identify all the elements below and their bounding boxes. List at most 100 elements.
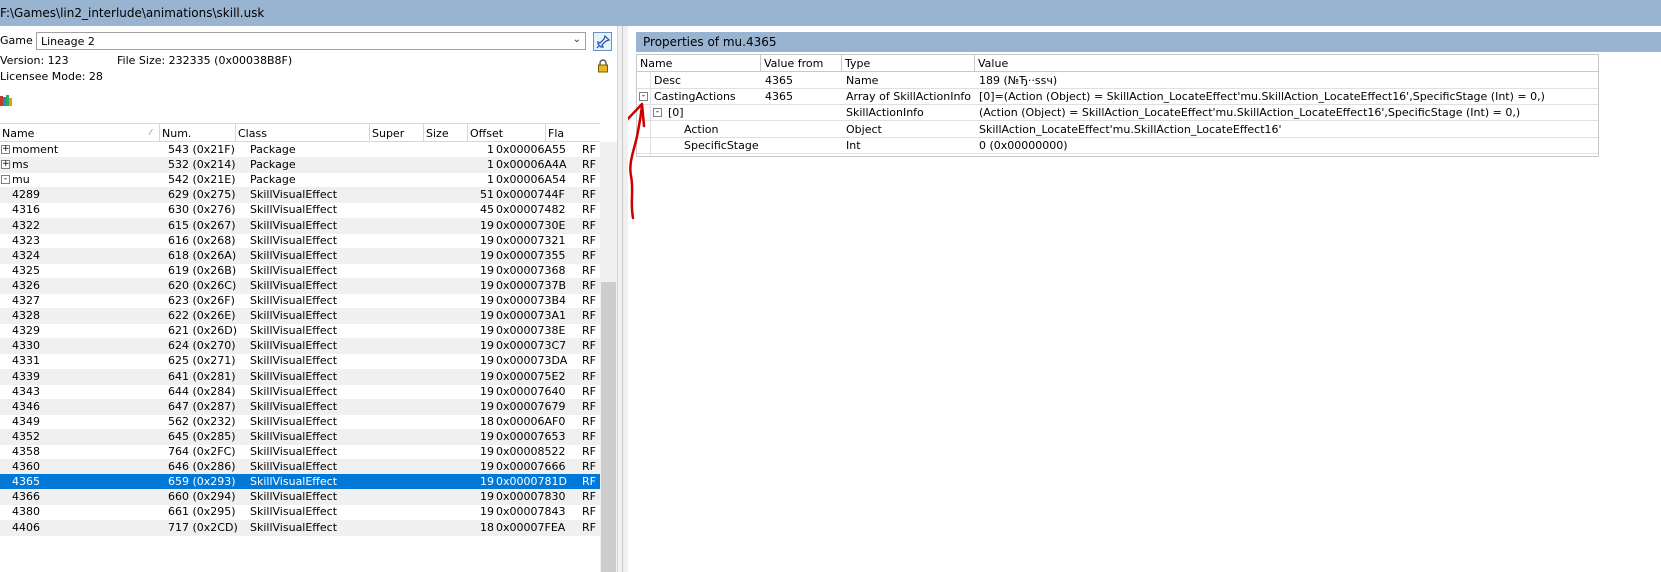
collapse-icon[interactable]: - <box>1 175 10 185</box>
table-row[interactable]: 4325 619 (0x26B) SkillVisualEffect 19 0x0000… <box>0 263 600 279</box>
game-label: Game <box>0 34 33 47</box>
cell-flag: RF <box>582 445 596 458</box>
cell-class: SkillVisualEffect <box>250 294 338 307</box>
cell-flag: RF <box>582 278 596 292</box>
cell-num: 717 (0x2CD) <box>168 520 238 534</box>
cell-size: 19 <box>480 263 494 277</box>
prop-column-value[interactable]: Value <box>975 55 1598 71</box>
table-row[interactable]: + ms 532 (0x214) Package 1 0x00006A4A RF <box>0 157 600 174</box>
table-row[interactable]: + moment 543 (0x21F) Package 1 0x00006A55 RF <box>0 142 600 158</box>
cell-flag: RF <box>582 218 596 232</box>
cell-num: 532 (0x214) <box>168 158 236 172</box>
table-row[interactable]: 4322 615 (0x267) SkillVisualEffect 19 0x0000… <box>0 217 600 234</box>
property-from: 4365 <box>765 90 793 104</box>
table-row[interactable]: 4365 659 (0x293) SkillVisualEffect 19 0x0000… <box>0 474 600 491</box>
cell-offset: 0x0000730E <box>496 218 566 232</box>
property-row[interactable]: - CastingActions 4365 Array of SkillActionI… <box>637 88 1598 106</box>
table-row[interactable]: 4327 623 (0x26F) SkillVisualEffect 19 0x0000… <box>0 293 600 309</box>
cell-num: 621 (0x26D) <box>168 324 238 338</box>
cell-name: 4330 <box>12 339 40 353</box>
column-header-flags[interactable]: Fla <box>546 124 600 142</box>
prop-column-value-from[interactable]: Value from <box>761 55 842 71</box>
chevron-down-icon: ⌄ <box>572 34 581 45</box>
cell-size: 19 <box>480 505 494 519</box>
column-header-size[interactable]: Size <box>424 124 468 142</box>
cell-name: 4325 <box>12 263 40 277</box>
cell-class: SkillVisualEffect <box>250 339 338 353</box>
cell-offset: 0x00006A4A <box>496 158 567 172</box>
column-header-offset[interactable]: Offset <box>468 124 546 142</box>
properties-table: Name Value from Type Value Desc 4365 Name 1… <box>636 54 1599 157</box>
object-list-header: Name ⁄ Num. Class Super Size Offset Fla <box>0 123 600 142</box>
cell-size: 19 <box>480 309 494 323</box>
table-row[interactable]: 4406 717 (0x2CD) SkillVisualEffect 18 0x0000… <box>0 519 600 536</box>
scrollbar-thumb[interactable] <box>601 282 616 572</box>
version-text: Version: 123 <box>0 54 69 67</box>
cell-flag: RF <box>582 429 596 443</box>
game-select-value: Lineage 2 <box>41 35 95 48</box>
table-row[interactable]: 4380 661 (0x295) SkillVisualEffect 19 0x0000… <box>0 504 600 520</box>
cell-name: 4365 <box>12 475 40 489</box>
cell-offset: 0x00007653 <box>496 429 566 443</box>
cell-num: 618 (0x26A) <box>168 248 237 262</box>
table-row[interactable]: 4358 764 (0x2FC) SkillVisualEffect 19 0x0000… <box>0 444 600 460</box>
column-header-class[interactable]: Class <box>236 124 370 142</box>
table-row[interactable]: 4316 630 (0x276) SkillVisualEffect 45 0x0000… <box>0 202 600 218</box>
cell-num: 625 (0x271) <box>168 354 236 368</box>
table-row[interactable]: 4330 624 (0x270) SkillVisualEffect 19 0x0000… <box>0 338 600 355</box>
prop-column-type[interactable]: Type <box>842 55 975 71</box>
lock-icon <box>598 59 608 73</box>
table-row[interactable]: 4343 644 (0x284) SkillVisualEffect 19 0x0000… <box>0 384 600 400</box>
property-row[interactable]: Action Object SkillAction_LocateEffect'mu.… <box>637 121 1598 138</box>
property-row[interactable]: - [0] SkillActionInfo (Action (Object) = Sk… <box>637 104 1598 122</box>
table-row[interactable]: 4323 616 (0x268) SkillVisualEffect 19 0x0000… <box>0 233 600 249</box>
cell-num: 647 (0x287) <box>168 399 236 413</box>
cell-name: 4349 <box>12 414 40 428</box>
property-value: [0]=(Action (Object) = SkillAction_Locat… <box>979 90 1545 104</box>
cell-name: 4343 <box>12 384 40 398</box>
table-row[interactable]: 4289 629 (0x275) SkillVisualEffect 51 0x0000… <box>0 187 600 204</box>
column-header-num[interactable]: Num. <box>160 124 236 142</box>
table-row[interactable]: 4360 646 (0x286) SkillVisualEffect 19 0x0000… <box>0 459 600 476</box>
object-list-scrollbar[interactable] <box>600 142 617 572</box>
cell-name: 4327 <box>12 294 40 307</box>
pin-icon <box>596 35 610 49</box>
pin-button[interactable] <box>593 32 612 51</box>
cell-flag: RF <box>582 173 596 187</box>
cell-offset: 0x00007FEA <box>496 520 566 534</box>
property-type: Name <box>846 74 879 87</box>
cell-size: 19 <box>480 324 494 338</box>
column-header-name[interactable]: Name ⁄ <box>0 124 160 142</box>
expand-icon[interactable]: + <box>1 145 10 154</box>
books-icon[interactable] <box>0 95 12 107</box>
table-row[interactable]: - mu 542 (0x21E) Package 1 0x00006A54 RF <box>0 172 600 188</box>
cell-flag: RF <box>582 339 596 353</box>
table-row[interactable]: 4346 647 (0x287) SkillVisualEffect 19 0x0000… <box>0 398 600 415</box>
cell-name: 4331 <box>12 354 40 368</box>
cell-size: 19 <box>480 339 494 353</box>
cell-name: 4322 <box>12 218 40 232</box>
property-row[interactable]: Desc 4365 Name 189 (№Ђ··ssч) <box>637 72 1598 89</box>
cell-num: 630 (0x276) <box>168 203 236 217</box>
table-row[interactable]: 4349 562 (0x232) SkillVisualEffect 18 0x0000… <box>0 414 600 430</box>
table-row[interactable]: 4326 620 (0x26C) SkillVisualEffect 19 0x0000… <box>0 277 600 294</box>
table-row[interactable]: 4366 660 (0x294) SkillVisualEffect 19 0x0000… <box>0 489 600 506</box>
column-header-super[interactable]: Super <box>370 124 424 142</box>
table-row[interactable]: 4331 625 (0x271) SkillVisualEffect 19 0x0000… <box>0 353 600 369</box>
table-row[interactable]: 4324 618 (0x26A) SkillVisualEffect 19 0x0000… <box>0 247 600 264</box>
table-row[interactable]: 4328 622 (0x26E) SkillVisualEffect 19 0x0000… <box>0 308 600 325</box>
table-row[interactable]: 4352 645 (0x285) SkillVisualEffect 19 0x0000… <box>0 428 600 445</box>
cell-size: 19 <box>480 278 494 292</box>
pane-splitter[interactable] <box>617 26 628 572</box>
game-select[interactable]: Lineage 2 ⌄ <box>36 32 586 50</box>
annotation-arrow <box>628 102 646 220</box>
cell-name: moment <box>12 143 59 156</box>
table-row[interactable]: 4329 621 (0x26D) SkillVisualEffect 19 0x0000… <box>0 323 600 339</box>
cell-offset: 0x0000781D <box>496 475 567 489</box>
property-row[interactable]: SpecificStage Int 0 (0x00000000) <box>637 137 1598 154</box>
expand-icon[interactable]: + <box>1 160 10 170</box>
cell-offset: 0x00007679 <box>496 399 566 413</box>
table-row[interactable]: 4339 641 (0x281) SkillVisualEffect 19 0x0000… <box>0 368 600 385</box>
cell-class: SkillVisualEffect <box>250 248 338 262</box>
object-list-rows: + moment 543 (0x21F) Package 1 0x00006A55 RF + m… <box>0 142 600 572</box>
